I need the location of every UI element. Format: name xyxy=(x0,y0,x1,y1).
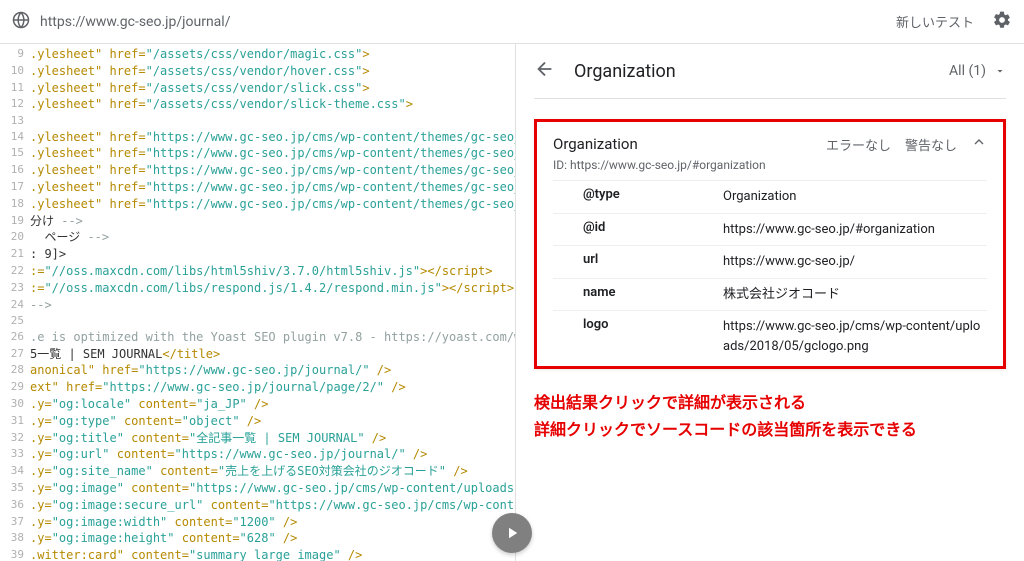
filter-label: All (1) xyxy=(949,63,986,79)
line-number: 14 xyxy=(2,129,30,146)
panel-title: Organization xyxy=(574,61,931,82)
code-line[interactable]: 39.witter:card" content="summary_large_i… xyxy=(2,547,515,561)
line-number: 26 xyxy=(2,329,30,346)
line-number: 30 xyxy=(2,396,30,413)
line-number: 9 xyxy=(2,46,30,63)
code-line[interactable]: 36.y="og:image:secure_url" content="http… xyxy=(2,497,515,514)
line-number: 18 xyxy=(2,196,30,213)
line-number: 29 xyxy=(2,379,30,396)
code-line[interactable]: 28anonical" href="https://www.gc-seo.jp/… xyxy=(2,362,515,379)
line-number: 35 xyxy=(2,480,30,497)
property-row[interactable]: @idhttps://www.gc-seo.jp/#organization xyxy=(553,213,987,246)
code-line[interactable]: 13 xyxy=(2,113,515,128)
line-number: 12 xyxy=(2,96,30,113)
code-line[interactable]: 15.ylesheet" href="https://www.gc-seo.jp… xyxy=(2,145,515,162)
back-arrow-icon[interactable] xyxy=(534,58,556,84)
code-line[interactable]: 23:="//oss.maxcdn.com/libs/respond.js/1.… xyxy=(2,280,515,297)
code-line[interactable]: 29ext" href="https://www.gc-seo.jp/journ… xyxy=(2,379,515,396)
code-line[interactable]: 12.ylesheet" href="/assets/css/vendor/sl… xyxy=(2,96,515,113)
property-key: @type xyxy=(553,187,723,207)
line-number: 16 xyxy=(2,162,30,179)
code-line[interactable]: 38.y="og:image:height" content="628" /> xyxy=(2,530,515,547)
organization-card[interactable]: Organization エラーなし 警告なし ID: https://www.… xyxy=(534,119,1006,369)
chevron-down-icon xyxy=(994,65,1006,77)
code-line[interactable]: 16.ylesheet" href="https://www.gc-seo.jp… xyxy=(2,162,515,179)
line-number: 27 xyxy=(2,346,30,363)
code-line[interactable]: 22:="//oss.maxcdn.com/libs/html5shiv/3.7… xyxy=(2,263,515,280)
line-number: 31 xyxy=(2,413,30,430)
new-test-button[interactable]: 新しいテスト xyxy=(896,12,974,31)
line-number: 17 xyxy=(2,179,30,196)
status-errors: エラーなし xyxy=(826,135,891,154)
line-number: 13 xyxy=(2,113,30,128)
property-value: https://www.gc-seo.jp/#organization xyxy=(723,220,987,240)
line-number: 25 xyxy=(2,313,30,328)
card-id: ID: https://www.gc-seo.jp/#organization xyxy=(553,158,987,172)
annotation-line-1: 検出結果クリックで詳細が表示される xyxy=(534,389,1006,416)
code-line[interactable]: 30.y="og:locale" content="ja_JP" /> xyxy=(2,396,515,413)
line-number: 23 xyxy=(2,280,30,297)
line-number: 33 xyxy=(2,446,30,463)
code-line[interactable]: 10.ylesheet" href="/assets/css/vendor/ho… xyxy=(2,63,515,80)
line-number: 11 xyxy=(2,80,30,97)
property-value: https://www.gc-seo.jp/cms/wp-content/upl… xyxy=(723,317,987,356)
property-key: url xyxy=(553,252,723,272)
line-number: 10 xyxy=(2,63,30,80)
property-key: logo xyxy=(553,317,723,356)
code-line[interactable]: 21: 9]> xyxy=(2,246,515,263)
property-key: @id xyxy=(553,220,723,240)
run-test-button[interactable] xyxy=(492,513,532,553)
line-number: 34 xyxy=(2,463,30,480)
chevron-up-icon[interactable] xyxy=(971,134,987,154)
line-number: 15 xyxy=(2,145,30,162)
line-number: 37 xyxy=(2,514,30,531)
code-line[interactable]: 35.y="og:image" content="https://www.gc-… xyxy=(2,480,515,497)
code-line[interactable]: 275一覧 | SEM JOURNAL</title> xyxy=(2,346,515,363)
code-line[interactable]: 25 xyxy=(2,313,515,328)
line-number: 24 xyxy=(2,297,30,314)
property-value: Organization xyxy=(723,187,987,207)
results-panel: Organization All (1) Organization エラーなし … xyxy=(516,44,1024,561)
code-line[interactable]: 18.ylesheet" href="https://www.gc-seo.jp… xyxy=(2,196,515,213)
code-line[interactable]: 11.ylesheet" href="/assets/css/vendor/sl… xyxy=(2,80,515,97)
header-bar: https://www.gc-seo.jp/journal/ 新しいテスト xyxy=(0,0,1024,44)
annotation-text: 検出結果クリックで詳細が表示される 詳細クリックでソースコードの該当箇所を表示で… xyxy=(534,389,1006,443)
code-line[interactable]: 34.y="og:site_name" content="売上を上げるSEO対策… xyxy=(2,463,515,480)
line-number: 20 xyxy=(2,229,30,246)
card-title: Organization xyxy=(553,135,812,153)
line-number: 21 xyxy=(2,246,30,263)
filter-dropdown[interactable]: All (1) xyxy=(949,63,1006,79)
property-row[interactable]: logohttps://www.gc-seo.jp/cms/wp-content… xyxy=(553,310,987,362)
line-number: 22 xyxy=(2,263,30,280)
line-number: 38 xyxy=(2,530,30,547)
code-line[interactable]: 37.y="og:image:width" content="1200" /> xyxy=(2,514,515,531)
line-number: 36 xyxy=(2,497,30,514)
code-line[interactable]: 19分け --> xyxy=(2,213,515,230)
code-line[interactable]: 32.y="og:title" content="全記事一覧 | SEM JOU… xyxy=(2,430,515,447)
code-line[interactable]: 14.ylesheet" href="https://www.gc-seo.jp… xyxy=(2,129,515,146)
annotation-line-2: 詳細クリックでソースコードの該当箇所を表示できる xyxy=(534,416,1006,443)
property-row[interactable]: urlhttps://www.gc-seo.jp/ xyxy=(553,245,987,278)
line-number: 28 xyxy=(2,362,30,379)
property-value: 株式会社ジオコード xyxy=(723,285,987,305)
source-code-panel[interactable]: 9.ylesheet" href="/assets/css/vendor/mag… xyxy=(0,44,516,561)
code-line[interactable]: 20 ページ --> xyxy=(2,229,515,246)
code-line[interactable]: 31.y="og:type" content="object" /> xyxy=(2,413,515,430)
property-key: name xyxy=(553,285,723,305)
code-line[interactable]: 33.y="og:url" content="https://www.gc-se… xyxy=(2,446,515,463)
globe-icon xyxy=(12,11,30,33)
property-value: https://www.gc-seo.jp/ xyxy=(723,252,987,272)
code-line[interactable]: 26.e is optimized with the Yoast SEO plu… xyxy=(2,329,515,346)
code-line[interactable]: 9.ylesheet" href="/assets/css/vendor/mag… xyxy=(2,46,515,63)
code-line[interactable]: 24--> xyxy=(2,297,515,314)
url-bar[interactable]: https://www.gc-seo.jp/journal/ xyxy=(40,14,886,30)
gear-icon[interactable] xyxy=(992,10,1012,34)
status-warnings: 警告なし xyxy=(905,135,957,154)
line-number: 39 xyxy=(2,547,30,561)
code-line[interactable]: 17.ylesheet" href="https://www.gc-seo.jp… xyxy=(2,179,515,196)
line-number: 32 xyxy=(2,430,30,447)
property-row[interactable]: @typeOrganization xyxy=(553,180,987,213)
property-row[interactable]: name株式会社ジオコード xyxy=(553,278,987,311)
line-number: 19 xyxy=(2,213,30,230)
